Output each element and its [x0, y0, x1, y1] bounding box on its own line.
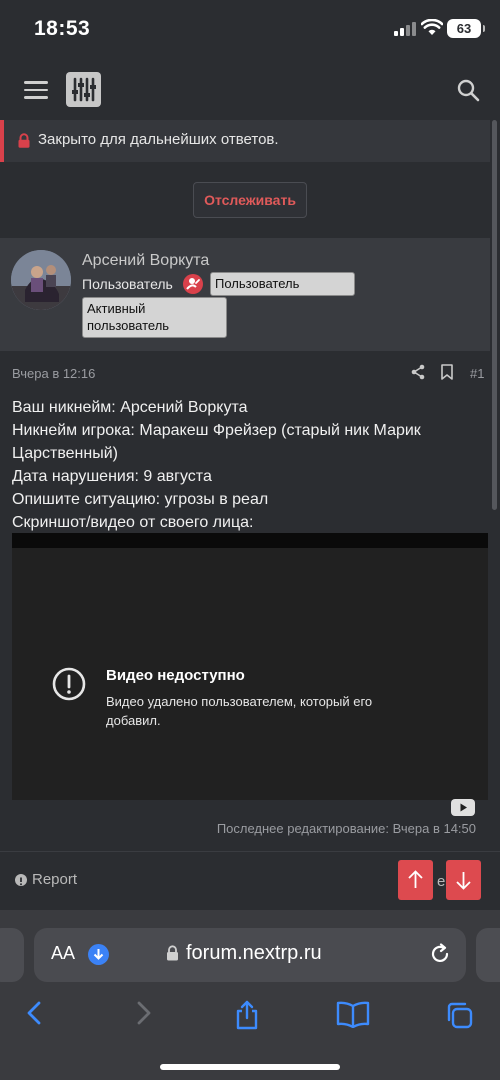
thread-closed-notice: Закрыто для дальнейших ответов.	[0, 120, 490, 162]
address-bar[interactable]: AA forum.nextrp.ru	[34, 928, 466, 982]
video-title: Видео недоступно	[106, 667, 245, 684]
url-text[interactable]: forum.nextrp.ru	[186, 942, 322, 965]
follow-button[interactable]: Отслеживать	[193, 182, 307, 218]
wifi-icon	[421, 19, 443, 35]
share-sheet-icon[interactable]	[234, 1000, 260, 1030]
role-badge-icon	[183, 274, 203, 294]
reader-settings-button[interactable]: AA	[51, 943, 75, 964]
post-line: Ваш никнейм: Арсений Воркута	[12, 399, 248, 416]
download-icon[interactable]	[88, 944, 109, 965]
menu-icon[interactable]	[24, 81, 48, 99]
tabs-icon[interactable]	[444, 1000, 474, 1030]
video-description: Видео удалено пользователем, который его…	[106, 694, 373, 728]
bookmarks-icon[interactable]	[336, 1000, 370, 1028]
post-line: Никнейм игрока: Маракеш Фрейзер (старый …	[12, 422, 421, 462]
forward-icon[interactable]	[132, 1000, 154, 1026]
youtube-icon[interactable]	[451, 799, 475, 816]
like-button[interactable]: e	[437, 873, 445, 890]
author-role: Пользователь	[82, 276, 173, 292]
user-badge: Пользователь	[210, 272, 355, 296]
post-body: Ваш никнейм: Арсений Воркута Никнейм игр…	[12, 396, 482, 534]
back-icon[interactable]	[24, 1000, 46, 1026]
alert-icon	[52, 667, 86, 701]
logo-icon[interactable]	[66, 72, 101, 107]
app-header	[0, 62, 500, 118]
embedded-video[interactable]: Видео недоступно Видео удалено пользоват…	[12, 533, 488, 816]
post-line: Дата нарушения: 9 августа	[12, 468, 212, 485]
post-date[interactable]: Вчера в 12:16	[12, 366, 95, 381]
avatar[interactable]	[11, 250, 71, 310]
previous-tab-preview[interactable]	[0, 928, 24, 982]
lock-icon	[18, 133, 30, 148]
report-button[interactable]: Report	[32, 871, 77, 888]
signal-icon	[394, 22, 418, 36]
next-tab-preview[interactable]	[476, 928, 500, 982]
last-edited-note: Последнее редактирование: Вчера в 14:50	[216, 821, 476, 836]
post: Вчера в 12:16 #1 Ваш никнейм: Арсений Во…	[0, 351, 490, 849]
report-icon[interactable]	[15, 874, 27, 886]
battery-indicator: 63	[447, 19, 485, 38]
lock-icon	[167, 945, 178, 961]
home-indicator	[160, 1064, 340, 1070]
active-user-badge: Активный пользователь	[82, 297, 227, 338]
status-bar: 18:53 63	[0, 0, 500, 62]
reload-icon[interactable]	[429, 943, 451, 965]
status-time: 18:53	[34, 17, 91, 40]
bookmark-icon[interactable]	[440, 364, 454, 380]
post-line: Скриншот/видео от своего лица:	[12, 514, 254, 531]
post-author: Арсений Воркута Пользователь Пользовател…	[0, 238, 490, 351]
scroll-up-button[interactable]	[398, 860, 433, 900]
arrow-down-icon	[456, 872, 471, 890]
author-name[interactable]: Арсений Воркута	[82, 252, 209, 270]
post-line: Опишите ситуацию: угрозы в реал	[12, 491, 269, 508]
scroll-down-button[interactable]	[446, 860, 481, 900]
search-icon[interactable]	[456, 78, 480, 102]
post-actions: Report e	[0, 851, 500, 909]
notice-text: Закрыто для дальнейших ответов.	[38, 131, 279, 148]
arrow-up-icon	[408, 870, 423, 888]
browser-toolbar: AA forum.nextrp.ru	[0, 910, 500, 1080]
post-number[interactable]: #1	[470, 366, 484, 381]
share-icon[interactable]	[410, 364, 426, 380]
page-scrollbar[interactable]	[492, 120, 497, 510]
